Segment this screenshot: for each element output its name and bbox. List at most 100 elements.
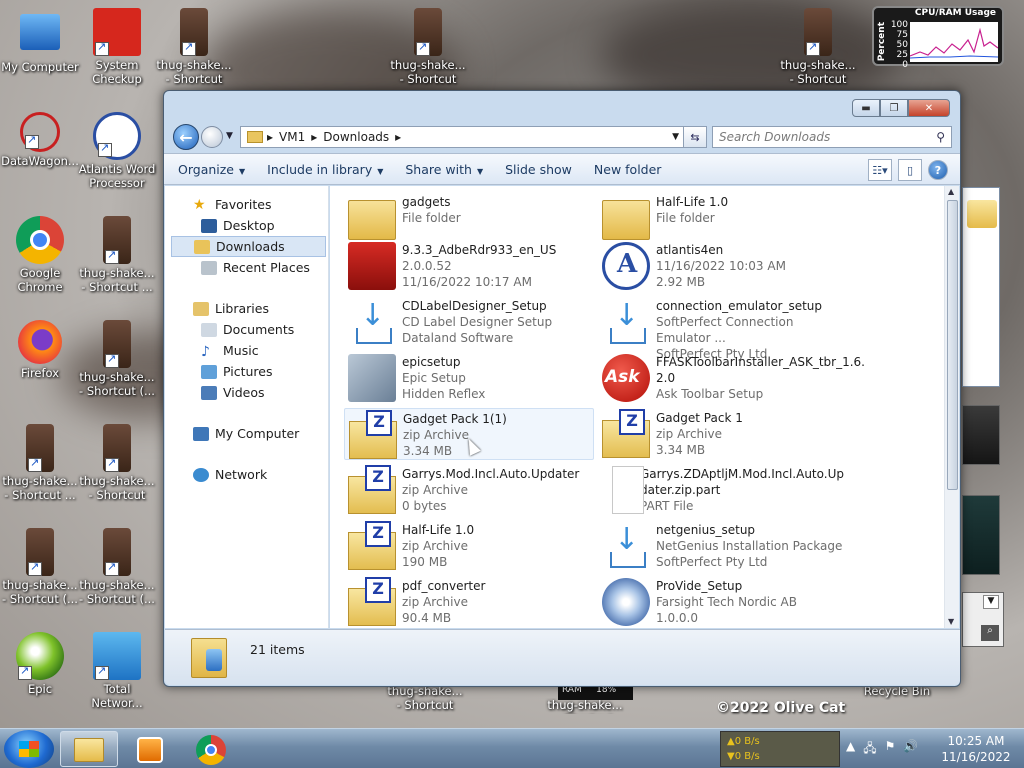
- vertical-scrollbar[interactable]: ▲ ▼: [944, 186, 959, 628]
- folder-icon: [74, 738, 104, 762]
- start-button[interactable]: [4, 730, 54, 768]
- file-item-garrys-part[interactable]: Garrys.ZDAptljM.Mod.Incl.Auto.Up dater.zi…: [598, 464, 848, 516]
- zip-archive-icon: [348, 521, 396, 570]
- search-icon[interactable]: ⌕: [981, 625, 999, 641]
- file-item-garrys-mod-updater[interactable]: Garrys.Mod.Incl.Auto.Updaterzip Archive0…: [344, 464, 594, 516]
- taskbar-explorer-button[interactable]: [60, 731, 118, 767]
- desktop-icon-thug-shortcut[interactable]: thug-shake... - Shortcut (...: [77, 320, 157, 398]
- desktop-icon-atlantis[interactable]: Atlantis Word Processor: [77, 112, 157, 190]
- taskbar-chrome-button[interactable]: [182, 731, 240, 767]
- nav-desktop[interactable]: Desktop: [165, 215, 328, 236]
- nav-documents[interactable]: Documents: [165, 319, 328, 340]
- breadcrumb-separator[interactable]: ▸: [311, 130, 317, 144]
- help-icon[interactable]: ?: [928, 160, 948, 180]
- navigation-pane: ★ Favorites Desktop Downloads Recent Plac…: [165, 186, 329, 628]
- desktop-icon-thug-shortcut[interactable]: thug-shake... - Shortcut: [545, 698, 625, 714]
- desktop-icon-thug-shortcut[interactable]: thug-shake... - Shortcut: [388, 8, 468, 86]
- network-icon[interactable]: 🖧: [863, 739, 876, 760]
- file-item-adobe-reader[interactable]: 9.3.3_AdbeRdr933_en_US 2.0.0.52 11/16/2022…: [344, 240, 594, 292]
- file-list: gadgets File folder Half-Life 1.0 File fol…: [330, 186, 944, 628]
- forward-button[interactable]: [201, 126, 223, 148]
- nav-favorites[interactable]: ★ Favorites: [165, 194, 328, 215]
- adobe-reader-icon: [348, 242, 396, 290]
- taskbar-media-player-button[interactable]: [121, 731, 179, 767]
- show-hidden-icons-icon[interactable]: ▲: [846, 739, 855, 760]
- scroll-thumb[interactable]: [947, 200, 958, 490]
- clock[interactable]: 10:25 AM 11/16/2022: [938, 733, 1014, 765]
- file-item-ask-toolbar[interactable]: FFASKToolbarInstaller_ASK_tbr_1.6.2.0Ask…: [598, 352, 865, 404]
- file-item-epicsetup[interactable]: epicsetup Epic Setup Hidden Reflex: [344, 352, 594, 404]
- desktop-icon-epic[interactable]: Epic: [0, 632, 80, 696]
- nav-music[interactable]: ♪ Music: [165, 340, 328, 361]
- organize-button[interactable]: Organize ▼: [178, 162, 245, 177]
- desktop-icon-total-network[interactable]: Total Networ...: [77, 632, 157, 710]
- file-item-gadget-pack-1[interactable]: Gadget Pack 1zip Archive3.34 MB: [598, 408, 848, 460]
- nav-libraries[interactable]: Libraries: [165, 298, 328, 319]
- chrome-icon: [16, 216, 64, 264]
- search-icon[interactable]: ⚲: [936, 130, 945, 144]
- zip-archive-icon: [349, 410, 397, 459]
- title-bar[interactable]: ▬ ❐ ✕: [164, 91, 960, 123]
- minimize-button[interactable]: ▬: [852, 99, 880, 117]
- new-folder-button[interactable]: New folder: [594, 162, 662, 177]
- generic-file-icon: [612, 466, 644, 514]
- file-item-netgenius[interactable]: netgenius_setupNetGenius Installation Pa…: [598, 520, 848, 572]
- nav-recent-places[interactable]: Recent Places: [165, 257, 328, 278]
- refresh-button[interactable]: ⇆: [683, 126, 707, 148]
- desktop-icon-firefox[interactable]: Firefox: [0, 320, 80, 380]
- file-item-half-life-zip[interactable]: Half-Life 1.0zip Archive190 MB: [344, 520, 594, 572]
- back-button[interactable]: ←: [173, 124, 199, 150]
- desktop-icon-thug-shortcut[interactable]: thug-shake... - Shortcut ...: [77, 216, 157, 294]
- nav-network[interactable]: Network: [165, 464, 328, 485]
- volume-icon[interactable]: 🔊: [903, 739, 918, 760]
- desktop-icon-thug-shortcut[interactable]: thug-shake... - Shortcut: [77, 424, 157, 502]
- slide-show-button[interactable]: Slide show: [505, 162, 572, 177]
- breadcrumb-vm1[interactable]: VM1: [279, 130, 305, 144]
- folder-icon: [247, 131, 263, 143]
- view-options-icon[interactable]: ☷▾: [868, 159, 892, 181]
- desktop-icon-my-computer[interactable]: My Computer: [0, 10, 80, 74]
- file-item-connection-emulator[interactable]: connection_emulator_setupSoftPerfect Con…: [598, 296, 848, 361]
- action-center-flag-icon[interactable]: ⚑: [885, 739, 896, 760]
- address-dropdown[interactable]: ▼: [672, 132, 679, 142]
- desktop-icon: [201, 218, 217, 233]
- breadcrumb-separator[interactable]: ▸: [395, 130, 401, 144]
- include-in-library-button[interactable]: Include in library ▼: [267, 162, 383, 177]
- maximize-button[interactable]: ❐: [880, 99, 908, 117]
- scroll-up-icon[interactable]: ▲: [948, 187, 954, 196]
- preview-pane-icon[interactable]: ▯: [898, 159, 922, 181]
- file-item-provide-setup[interactable]: ProVide_Setup Farsight Tech Nordic AB 1.0.…: [598, 576, 848, 628]
- nav-pictures[interactable]: Pictures: [165, 361, 328, 382]
- desktop-icon-thug-shortcut[interactable]: thug-shake... - Shortcut: [385, 684, 465, 714]
- scroll-down-icon[interactable]: ▼: [948, 617, 954, 626]
- epic-icon: [16, 632, 64, 680]
- system-checkup-icon: [93, 8, 141, 56]
- desktop-icon-chrome[interactable]: Google Chrome: [0, 216, 80, 294]
- search-input[interactable]: Search Downloads ⚲: [712, 126, 952, 148]
- address-bar[interactable]: ▸ VM1 ▸ Downloads ▸ ▼: [240, 126, 690, 148]
- downloads-folder-icon: [191, 638, 227, 678]
- file-item-half-life-folder[interactable]: Half-Life 1.0 File folder: [598, 192, 848, 244]
- desktop-icon-thug-shortcut[interactable]: thug-shake... - Shortcut (...: [0, 528, 80, 606]
- close-button[interactable]: ✕: [908, 99, 950, 117]
- desktop-icon-thug-shortcut[interactable]: thug-shake... - Shortcut (...: [77, 528, 157, 606]
- desktop-icon-thug-shortcut[interactable]: thug-shake... - Shortcut: [154, 8, 234, 86]
- share-with-button[interactable]: Share with ▼: [405, 162, 483, 177]
- file-item-pdf-converter[interactable]: pdf_converterzip Archive90.4 MB: [344, 576, 594, 628]
- desktop-icon-system-checkup[interactable]: System Checkup: [77, 8, 157, 86]
- nav-my-computer[interactable]: My Computer: [165, 423, 328, 444]
- desktop-icon-thug-shortcut[interactable]: thug-shake... - Shortcut ...: [0, 424, 80, 502]
- file-item-cdlabeldesigner[interactable]: CDLabelDesigner_SetupCD Label Designer S…: [344, 296, 594, 348]
- thug-icon: [103, 216, 131, 264]
- breadcrumb-downloads[interactable]: Downloads: [323, 130, 389, 144]
- desktop-icon-datawagon[interactable]: DataWagon...: [0, 112, 80, 168]
- thug-icon: [804, 8, 832, 56]
- history-dropdown[interactable]: ▼: [226, 131, 233, 141]
- nav-videos[interactable]: Videos: [165, 382, 328, 403]
- file-item-gadgets-folder[interactable]: gadgets File folder: [344, 192, 594, 244]
- chevron-down-icon[interactable]: ▼: [983, 595, 999, 609]
- nav-downloads[interactable]: Downloads: [171, 236, 326, 257]
- desktop-icon-thug-shortcut[interactable]: thug-shake... - Shortcut: [778, 8, 858, 86]
- file-item-atlantis4en[interactable]: atlantis4en11/16/2022 10:03 AM2.92 MB: [598, 240, 848, 292]
- breadcrumb-separator[interactable]: ▸: [267, 130, 273, 144]
